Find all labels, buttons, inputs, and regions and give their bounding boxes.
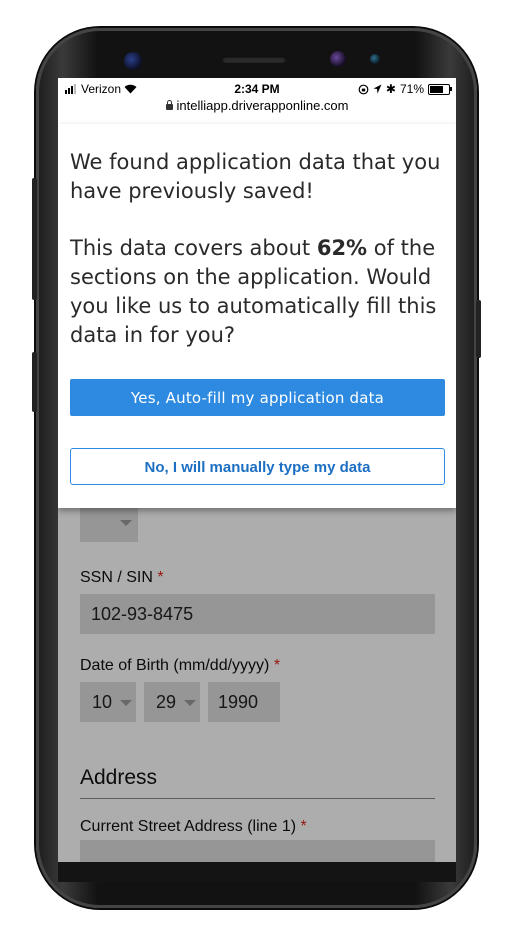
dialog-coverage-text: This data covers about 62% of the sectio… [70, 236, 437, 347]
proximity-sensor-icon [370, 54, 380, 64]
battery-percent: 71% [399, 82, 424, 96]
autofill-yes-button[interactable]: Yes, Auto-fill my application data [70, 379, 445, 416]
earpiece-speaker [222, 56, 286, 63]
power-button [476, 300, 481, 358]
volume-button [32, 178, 37, 300]
bixby-button [32, 352, 37, 412]
url-text: intelliapp.driverapponline.com [176, 98, 349, 113]
manual-entry-button[interactable]: No, I will manually type my data [70, 448, 445, 485]
autofill-dialog: We found application data that you have … [58, 124, 456, 508]
status-right: ✱ 71% [358, 82, 452, 96]
page-body: SSN / SIN * 102-93-8475 Date of Birth (m… [58, 124, 456, 862]
bluetooth-icon: ✱ [385, 82, 396, 96]
browser-url-bar[interactable]: intelliapp.driverapponline.com [58, 98, 456, 118]
status-bar: Verizon 2:34 PM ✱ 71% [58, 78, 456, 98]
front-camera-icon [124, 52, 142, 70]
coverage-percent: 62% [316, 236, 368, 260]
dialog-message: We found application data that you have … [70, 148, 450, 350]
location-arrow-icon [373, 84, 382, 94]
battery-icon [428, 83, 452, 95]
orientation-lock-icon [358, 84, 369, 94]
lock-icon [165, 100, 173, 110]
bottom-bezel [58, 862, 456, 882]
dialog-found-text: We found application data that you have … [70, 150, 441, 203]
iris-scanner-icon [330, 51, 346, 67]
phone-screen: Verizon 2:34 PM ✱ 71% intelliapp.drivera… [58, 78, 456, 862]
